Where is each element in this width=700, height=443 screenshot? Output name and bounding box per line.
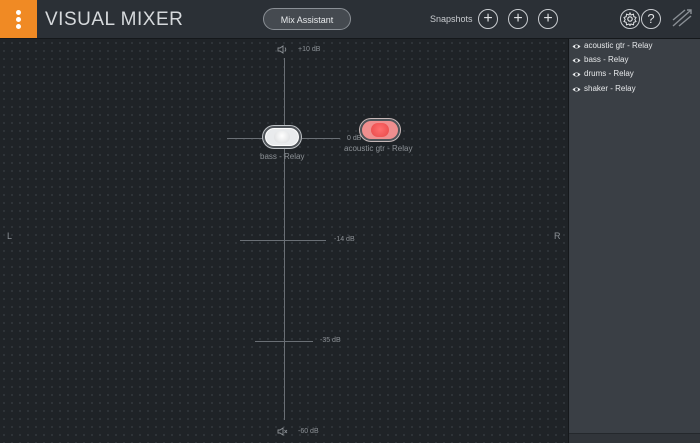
pan-right-label: R [554, 231, 561, 241]
eye-icon[interactable] [572, 70, 581, 79]
node-core [371, 123, 389, 137]
mix-assistant-button[interactable]: Mix Assistant [263, 8, 351, 30]
track-list-item[interactable]: bass - Relay [569, 53, 700, 68]
snapshot-b-button[interactable]: + [508, 9, 528, 29]
track-name: drums - Relay [584, 69, 634, 78]
panel-footer [569, 433, 700, 443]
snapshot-a-button[interactable]: + [478, 9, 498, 29]
grid-line-mid [240, 240, 326, 241]
app-logo[interactable] [0, 0, 37, 38]
snapshots-label: Snapshots [430, 14, 473, 24]
eye-icon[interactable] [572, 42, 581, 51]
snapshot-c-button[interactable]: + [538, 9, 558, 29]
logo-dot [16, 17, 21, 22]
db-label-mid: -14 dB [334, 236, 355, 243]
db-label-zero: 0 dB [347, 135, 362, 142]
track-list-item[interactable]: shaker - Relay [569, 82, 700, 97]
width-line-left [227, 138, 263, 139]
db-label-low: -35 dB [320, 337, 341, 344]
mute-speaker-icon [277, 427, 288, 436]
track-list-panel: acoustic gtr - Relay bass - Relay drums … [568, 39, 700, 443]
db-label-bottom: -60 dB [298, 428, 319, 435]
track-list-item[interactable]: acoustic gtr - Relay [569, 39, 700, 54]
db-label-top: +10 dB [298, 46, 321, 53]
width-line-right [302, 138, 340, 139]
app-title: VISUAL MIXER [45, 9, 184, 30]
node-core [274, 131, 290, 143]
settings-button[interactable] [620, 9, 640, 29]
help-button[interactable]: ? [641, 9, 661, 29]
track-node-label: bass - Relay [260, 152, 305, 161]
track-name: acoustic gtr - Relay [584, 41, 653, 50]
track-name: bass - Relay [584, 55, 629, 64]
logo-dot [16, 10, 21, 15]
gain-axis [284, 58, 285, 420]
gear-icon [623, 11, 637, 27]
routing-icon[interactable] [670, 6, 694, 32]
track-node-bass[interactable] [263, 126, 301, 148]
top-bar: VISUAL MIXER Mix Assistant Snapshots + +… [0, 0, 700, 39]
logo-dot [16, 24, 21, 29]
track-name: shaker - Relay [584, 84, 636, 93]
track-node-label: acoustic gtr - Relay [344, 144, 413, 153]
pan-left-label: L [7, 231, 13, 241]
speaker-icon [277, 45, 287, 54]
track-list-item[interactable]: drums - Relay [569, 67, 700, 82]
eye-icon[interactable] [572, 56, 581, 65]
track-node-acoustic-gtr[interactable] [360, 119, 400, 141]
grid-line-low [255, 341, 313, 342]
eye-icon[interactable] [572, 85, 581, 94]
